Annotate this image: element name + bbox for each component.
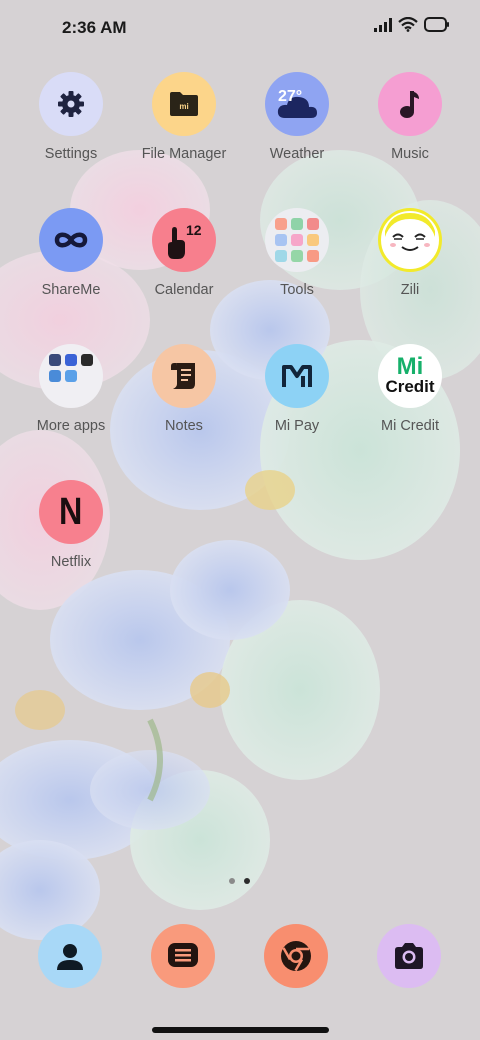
app-icon-mi-credit[interactable]: Mi Credit	[378, 344, 442, 408]
folder-more-apps-icon	[49, 354, 93, 398]
dock-messages[interactable]	[151, 924, 215, 988]
app-label: Netflix	[50, 554, 92, 570]
person-icon	[57, 944, 83, 970]
signal-icon	[374, 17, 392, 32]
app-icon-music[interactable]	[378, 72, 442, 136]
app-label: Settings	[44, 146, 98, 162]
music-note-icon	[400, 91, 419, 118]
battery-icon	[424, 17, 449, 32]
app-music[interactable]: Music	[355, 72, 465, 162]
chrome-icon	[281, 941, 311, 972]
zili-face-icon	[385, 213, 435, 251]
dock-camera[interactable]	[377, 924, 441, 988]
app-label: Mi Credit	[380, 418, 439, 434]
clock: 2:36 AM	[62, 18, 127, 37]
app-icon-zili[interactable]	[378, 208, 442, 272]
message-icon	[168, 943, 198, 967]
folder-more-apps[interactable]: More apps	[16, 344, 126, 434]
app-shareme[interactable]: ShareMe	[16, 208, 126, 298]
app-icon-mi-pay[interactable]	[265, 344, 329, 408]
dock-contacts[interactable]	[38, 924, 102, 988]
app-settings[interactable]: Settings	[16, 72, 126, 162]
mi-pay-icon	[282, 365, 312, 387]
home-indicator[interactable]	[152, 1027, 329, 1033]
infinity-icon	[54, 232, 88, 248]
app-mi-credit[interactable]: Mi Credit Mi Credit	[355, 344, 465, 434]
page-dot-active	[244, 878, 250, 884]
app-icon-settings[interactable]	[39, 72, 103, 136]
app-icon-netflix[interactable]: N	[39, 480, 103, 544]
app-label: Zili	[400, 282, 420, 298]
mi-credit-wordmark: Credit	[385, 377, 435, 396]
app-label: Tools	[280, 282, 314, 298]
folder-tools[interactable]: Tools	[242, 208, 352, 298]
folder-icon-more-apps[interactable]	[39, 344, 103, 408]
app-label: File Manager	[141, 146, 227, 162]
app-icon-calendar[interactable]: 12	[152, 208, 216, 272]
app-icon-weather[interactable]: 27°	[265, 72, 329, 136]
netflix-icon: N	[59, 490, 83, 533]
gear-icon	[58, 91, 84, 117]
app-icon-notes[interactable]	[152, 344, 216, 408]
folder-tools-icon	[275, 218, 319, 262]
app-label: Mi Pay	[274, 418, 320, 434]
dock-browser[interactable]	[264, 924, 328, 988]
app-weather[interactable]: 27° Weather	[242, 72, 352, 162]
app-label: ShareMe	[41, 282, 101, 298]
page-indicator	[229, 878, 250, 884]
app-notes[interactable]: Notes	[129, 344, 239, 434]
app-label: Music	[391, 146, 429, 162]
app-icon-shareme[interactable]	[39, 208, 103, 272]
status-bar: 2:36 AM	[0, 0, 480, 56]
mi-credit-logo: Mi	[396, 353, 424, 380]
wifi-icon	[398, 17, 418, 32]
calendar-day-badge: 12	[186, 222, 202, 238]
camera-icon	[395, 943, 423, 969]
temperature-badge: 27°	[278, 88, 303, 105]
page-dot	[229, 878, 235, 884]
app-icon-file-manager[interactable]: mi	[152, 72, 216, 136]
app-netflix[interactable]: N Netflix	[16, 480, 126, 570]
app-calendar[interactable]: 12 Calendar	[129, 208, 239, 298]
app-file-manager[interactable]: mi File Manager	[129, 72, 239, 162]
folder-icon: mi	[170, 92, 198, 116]
status-icons	[374, 17, 450, 32]
app-mi-pay[interactable]: Mi Pay	[242, 344, 352, 434]
notes-icon	[171, 363, 195, 389]
app-label: Calendar	[154, 282, 214, 298]
app-label: Weather	[269, 146, 325, 162]
svg-text:mi: mi	[179, 102, 188, 111]
app-zili[interactable]: Zili	[355, 208, 465, 298]
app-label: More apps	[36, 418, 106, 434]
folder-icon-tools[interactable]	[265, 208, 329, 272]
app-label: Notes	[165, 418, 203, 434]
